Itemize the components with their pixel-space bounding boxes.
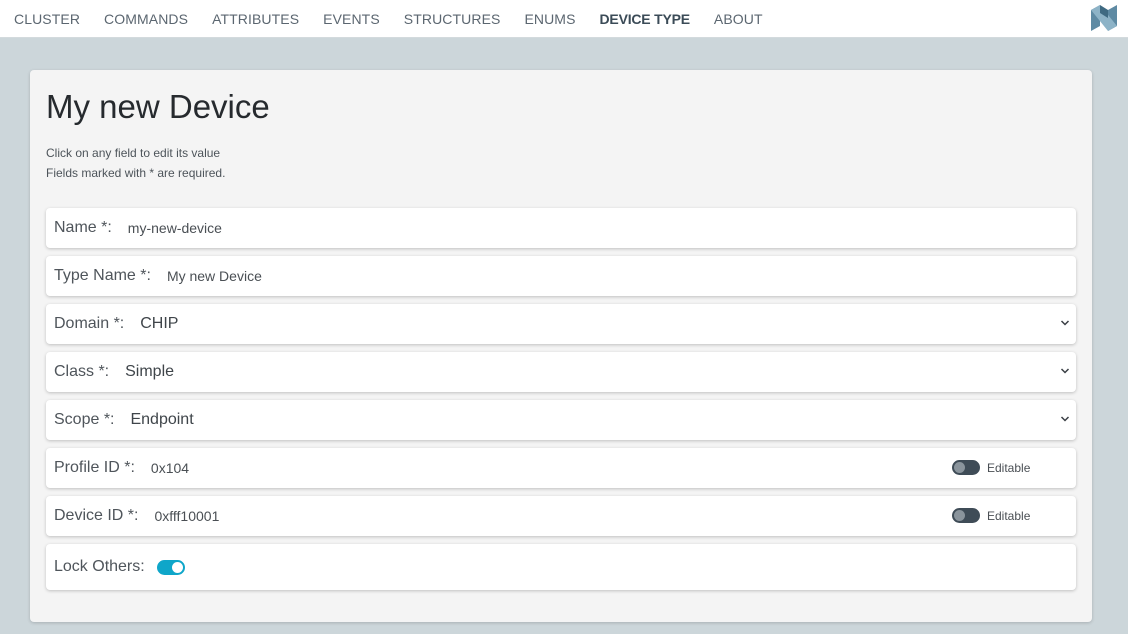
device-id-editable-toggle-group: Editable: [952, 508, 1030, 523]
nav-item-events[interactable]: EVENTS: [323, 11, 380, 27]
device-id-value[interactable]: 0xfff10001: [154, 508, 219, 524]
chevron-down-icon[interactable]: [1060, 414, 1070, 424]
chevron-down-icon[interactable]: [1060, 318, 1070, 328]
class-label: Class *:: [54, 363, 110, 380]
lock-others-toggle[interactable]: [156, 559, 185, 575]
nav-item-about[interactable]: ABOUT: [714, 11, 763, 27]
scope-value[interactable]: Endpoint: [130, 411, 193, 429]
profile-id-editable-toggle-group: Editable: [952, 460, 1030, 475]
profile-id-editable-toggle[interactable]: [952, 460, 980, 475]
toggle-knob: [954, 510, 965, 521]
device-id-editable-label: Editable: [987, 508, 1031, 523]
scope-select[interactable]: Scope *: Endpoint: [46, 400, 1076, 440]
device-id-label: Device ID *:: [54, 507, 139, 524]
profile-id-label: Profile ID *:: [54, 459, 135, 476]
scope-label: Scope *:: [54, 411, 115, 428]
type-name-value[interactable]: My new Device: [167, 268, 262, 284]
device-id-field[interactable]: Device ID *: 0xfff10001 Editable: [46, 496, 1076, 536]
name-label: Name *:: [54, 219, 112, 236]
toggle-knob: [171, 561, 183, 573]
lock-others-field: Lock Others:: [46, 544, 1076, 590]
nav-item-attributes[interactable]: ATTRIBUTES: [212, 11, 299, 27]
nav-item-commands[interactable]: COMMANDS: [104, 11, 188, 27]
nav-menu: CLUSTER COMMANDS ATTRIBUTES EVENTS STRUC…: [14, 0, 787, 38]
hint-text-edit: Click on any field to edit its value: [46, 146, 221, 160]
nav-item-structures[interactable]: STRUCTURES: [404, 11, 501, 27]
class-select[interactable]: Class *: Simple: [46, 352, 1076, 392]
type-name-field[interactable]: Type Name *: My new Device: [46, 256, 1076, 296]
top-navigation-bar: CLUSTER COMMANDS ATTRIBUTES EVENTS STRUC…: [0, 0, 1128, 38]
lock-others-label: Lock Others:: [54, 558, 145, 575]
name-field[interactable]: Name *: my-new-device: [46, 208, 1076, 248]
name-value[interactable]: my-new-device: [128, 220, 222, 236]
chevron-down-icon[interactable]: [1060, 366, 1070, 376]
nav-item-enums[interactable]: ENUMS: [524, 11, 575, 27]
profile-id-editable-label: Editable: [987, 460, 1031, 475]
hint-text-required: Fields marked with * are required.: [46, 166, 226, 180]
nav-item-device-type[interactable]: DEVICE TYPE: [600, 11, 691, 27]
domain-select[interactable]: Domain *: CHIP: [46, 304, 1076, 344]
class-value[interactable]: Simple: [125, 363, 174, 381]
nordic-logo-icon: [1091, 5, 1117, 31]
page-title: My new Device: [46, 88, 270, 125]
profile-id-field[interactable]: Profile ID *: 0x104 Editable: [46, 448, 1076, 488]
domain-value[interactable]: CHIP: [140, 315, 178, 333]
device-id-editable-toggle[interactable]: [952, 508, 980, 523]
device-type-card: My new Device Click on any field to edit…: [30, 70, 1092, 622]
type-name-label: Type Name *:: [54, 267, 151, 284]
nav-item-cluster[interactable]: CLUSTER: [14, 11, 80, 27]
toggle-knob: [954, 462, 965, 473]
domain-label: Domain *:: [54, 315, 125, 332]
profile-id-value[interactable]: 0x104: [151, 460, 189, 476]
